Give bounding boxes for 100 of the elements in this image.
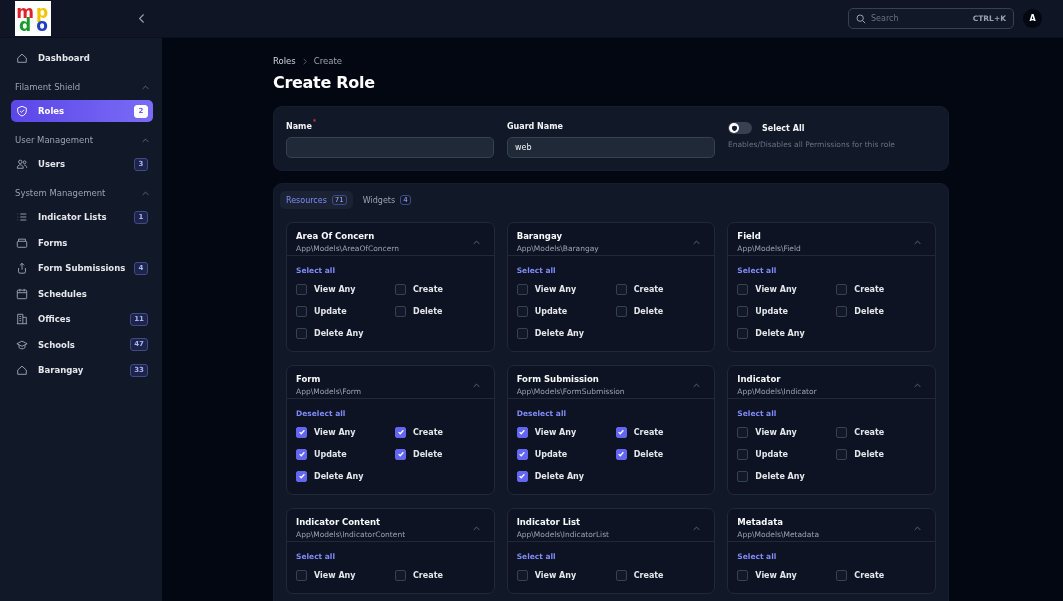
collapse-icon[interactable] [138,13,146,24]
chevron-up-icon[interactable] [142,190,149,196]
checkbox[interactable] [296,426,307,438]
checkbox-label: Delete Any [314,471,364,481]
checkbox[interactable] [296,327,307,339]
checkbox-label: Create [633,427,664,437]
checkbox-label: View Any [314,427,356,437]
checkbox-label: Update [534,449,568,459]
chevron-up-icon[interactable] [914,525,921,531]
checkbox-label: Create [633,284,664,294]
resource-title: Indicator List [516,517,582,527]
input-field[interactable] [286,137,494,158]
breadcrumb-link[interactable]: Roles [273,56,296,66]
checkbox[interactable] [836,448,848,460]
checkbox[interactable] [737,448,749,460]
checkbox[interactable] [395,448,406,460]
search-icon [856,13,866,24]
nav-group-header[interactable]: System Management [15,185,149,201]
checkbox[interactable] [737,283,749,295]
user-avatar[interactable]: A [1023,9,1042,28]
chevron-up-icon[interactable] [914,382,921,388]
checkbox-label: Create [413,284,443,294]
chevron-up-icon[interactable] [693,239,701,245]
checkbox[interactable] [737,569,749,581]
checkbox-label: Update [314,306,347,316]
group-label: User Management [15,135,94,145]
nav-group-header[interactable]: Filament Shield [15,79,149,95]
chevron-up-icon[interactable] [142,137,149,143]
chevron-up-icon[interactable] [914,239,921,245]
checkbox[interactable] [395,283,406,295]
chevron-up-icon[interactable] [472,239,480,245]
resource-title: Metadata [737,517,784,527]
chevron-right-icon [302,57,307,65]
chevron-up-icon[interactable] [693,525,701,531]
checkbox[interactable] [516,327,528,339]
checkbox[interactable] [615,426,627,438]
toggle-switch[interactable] [728,122,752,134]
house-icon [16,52,28,64]
resource-title: Indicator [737,374,782,384]
checkbox-label: Delete Any [534,328,585,338]
checkbox[interactable] [296,283,307,295]
graduation-cap-icon [16,338,28,351]
checkbox-label: Delete Any [534,471,585,481]
checkbox[interactable] [516,305,528,317]
checkbox[interactable] [836,305,848,317]
calendar-icon [16,287,28,300]
group-label: Filament Shield [15,82,81,92]
checkbox[interactable] [615,305,627,317]
checkbox[interactable] [836,426,848,438]
checkbox[interactable] [516,470,528,482]
checkbox-label: Delete Any [314,328,364,338]
resource-title: Field [737,231,762,241]
chevron-up-icon[interactable] [472,525,480,531]
chevron-up-icon[interactable] [142,84,149,90]
checkbox[interactable] [737,426,749,438]
page-title: Create Role [273,73,376,92]
checkbox-label: Delete [413,449,443,459]
nav-item[interactable]: Forms [11,231,153,254]
chevron-up-icon[interactable] [693,382,701,388]
checkbox-label: Create [854,427,885,437]
checkbox[interactable] [296,470,307,482]
users-icon [16,158,28,170]
checkbox[interactable] [516,448,528,460]
checkbox-label: Delete [854,449,884,459]
tray-icon [16,236,28,249]
checkbox[interactable] [836,283,848,295]
checkbox-label: View Any [755,284,797,294]
checkbox[interactable] [615,569,627,581]
checkbox-label: Create [633,570,664,580]
checkbox-label: Create [413,427,443,437]
checkbox[interactable] [615,448,627,460]
nav-group-header[interactable]: User Management [15,132,149,148]
checkbox[interactable] [737,327,749,339]
logo[interactable]: m p d o [15,1,51,36]
house-icon [16,364,28,376]
nav-item[interactable]: Schedules [11,282,153,305]
group-label: System Management [15,188,106,198]
checkbox[interactable] [296,305,307,317]
checkbox[interactable] [395,305,406,317]
building-icon [16,313,28,325]
checkbox[interactable] [737,305,749,317]
breadcrumb-link[interactable]: Create [313,56,342,66]
checkbox-label: Update [755,449,788,459]
checkbox[interactable] [615,283,627,295]
checkbox[interactable] [296,448,307,460]
checkbox-label: Delete [413,306,443,316]
checkbox[interactable] [836,569,848,581]
chevron-up-icon[interactable] [472,382,480,388]
nav-item[interactable]: Dashboard [11,47,153,69]
checkbox[interactable] [296,569,307,581]
checkbox[interactable] [516,283,528,295]
checkbox[interactable] [516,569,528,581]
input-field[interactable]: web [507,137,715,158]
checkbox-label: Update [314,449,347,459]
checkbox-label: View Any [314,570,356,580]
checkbox[interactable] [395,569,406,581]
checkbox[interactable] [516,426,528,438]
checkbox[interactable] [737,470,749,482]
checkbox-label: View Any [755,427,797,437]
checkbox[interactable] [395,426,406,438]
